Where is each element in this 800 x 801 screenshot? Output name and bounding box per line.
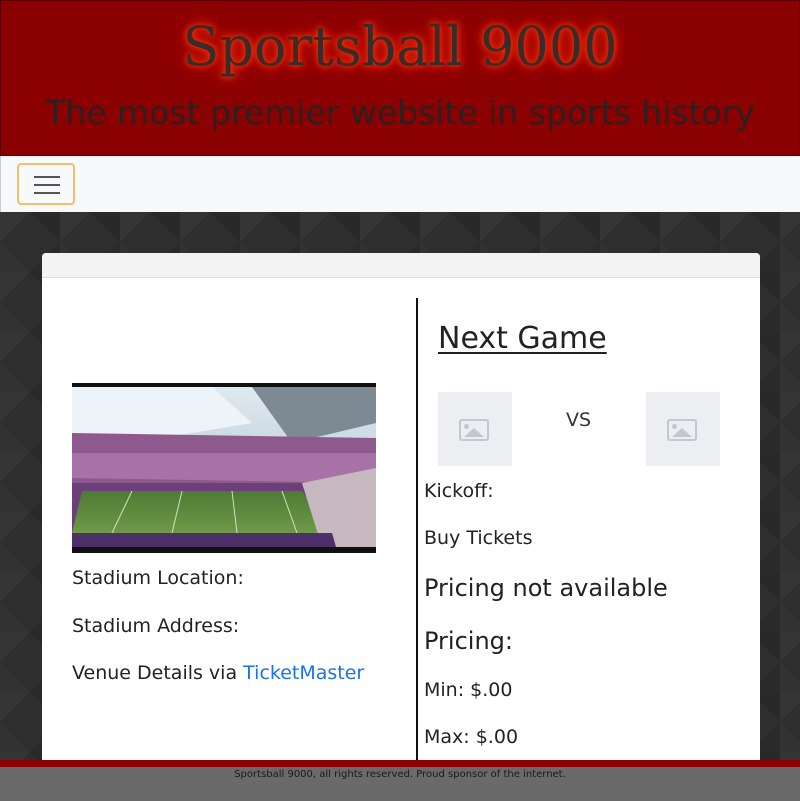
site-header: Sportsball 9000 The most premier website… bbox=[0, 0, 800, 156]
image-placeholder-icon bbox=[459, 419, 489, 441]
versus-label: VS bbox=[566, 409, 592, 431]
home-team-logo bbox=[438, 392, 512, 466]
stadium-address-label: Stadium Address: bbox=[72, 615, 240, 637]
pricing-heading: Pricing: bbox=[424, 627, 513, 655]
stadium-location-label: Stadium Location: bbox=[72, 567, 244, 589]
away-team-logo bbox=[646, 392, 720, 466]
image-placeholder-icon bbox=[667, 419, 697, 441]
footer-copyright: Sportsball 9000, all rights reserved. Pr… bbox=[234, 769, 566, 780]
kickoff-label: Kickoff: bbox=[424, 480, 494, 502]
column-divider bbox=[416, 298, 418, 773]
min-price: Min: $.00 bbox=[424, 679, 513, 701]
hamburger-line bbox=[34, 184, 60, 186]
hamburger-menu-icon bbox=[34, 176, 60, 178]
site-footer: Sportsball 9000, all rights reserved. Pr… bbox=[0, 760, 800, 801]
next-game-heading: Next Game bbox=[438, 321, 607, 356]
game-card: Stadium Location: Stadium Address: Venue… bbox=[42, 253, 760, 773]
card-header bbox=[42, 253, 760, 278]
stadium-photo bbox=[72, 383, 376, 553]
navbar bbox=[0, 156, 800, 212]
site-tagline: The most premier website in sports histo… bbox=[45, 93, 755, 132]
hamburger-line bbox=[34, 192, 60, 194]
site-title: Sportsball 9000 bbox=[182, 15, 618, 78]
venue-details-prefix: Venue Details via bbox=[72, 662, 244, 684]
max-price: Max: $.00 bbox=[424, 726, 519, 748]
ticketmaster-link[interactable]: TicketMaster bbox=[243, 662, 364, 684]
venue-details: Venue Details via TicketMaster bbox=[72, 662, 364, 684]
navbar-toggle-button[interactable] bbox=[17, 163, 75, 205]
buy-tickets-link[interactable]: Buy Tickets bbox=[424, 527, 532, 549]
pricing-unavailable-text: Pricing not available bbox=[424, 574, 668, 602]
